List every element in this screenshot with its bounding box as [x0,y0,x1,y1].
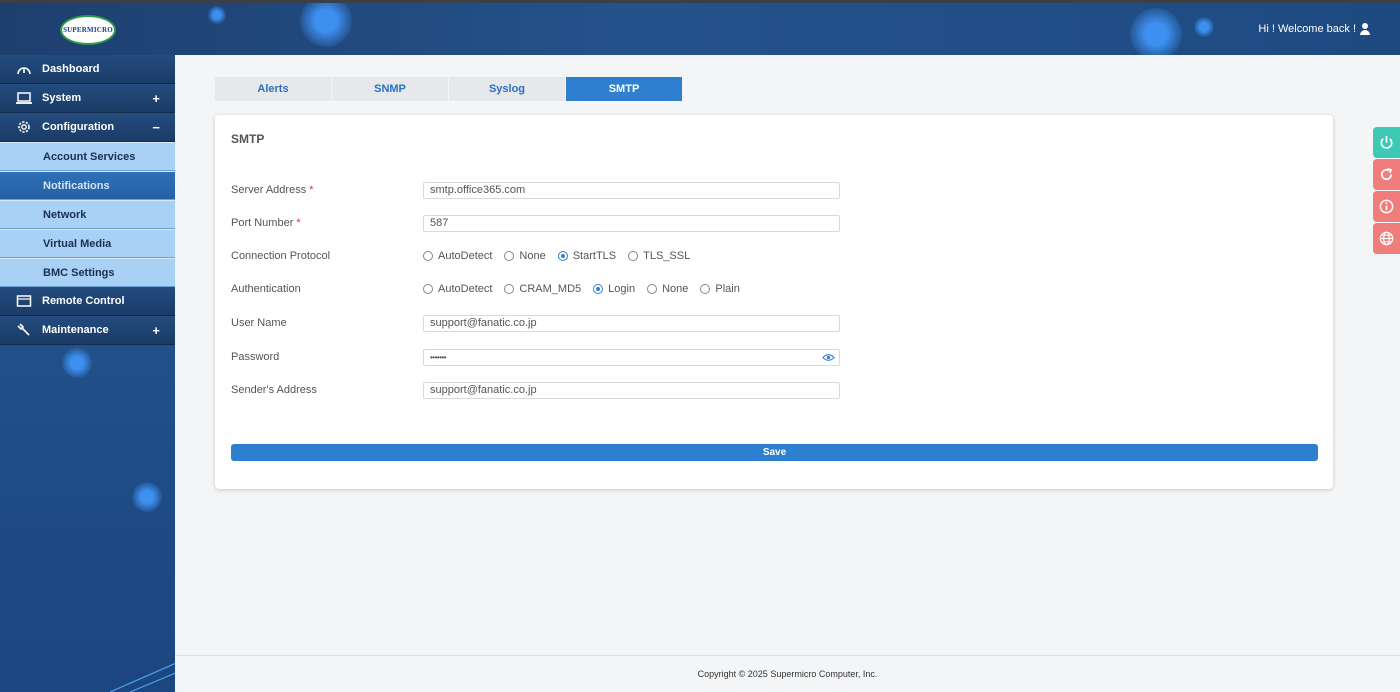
radio-conn-tls-ssl[interactable]: TLS_SSL [628,250,690,262]
refresh-icon [1380,168,1393,181]
sidebar-subitem-bmc-settings[interactable]: BMC Settings [0,258,175,287]
sidebar-item-system[interactable]: System + [0,84,175,113]
radio-auth-autodetect[interactable]: AutoDetect [423,283,492,295]
radio-button-selected[interactable] [593,284,604,294]
password-label: Password [231,351,280,363]
radio-button[interactable] [647,284,658,294]
gear-icon [15,120,33,134]
tab-snmp[interactable]: SNMP [332,77,449,101]
footer: Copyright © 2025 Supermicro Computer, In… [175,655,1400,692]
authentication-row: Authentication AutoDetect CRAM_MD5 Login… [231,280,841,298]
sidebar-item-dashboard[interactable]: Dashboard [0,55,175,84]
decor-bubble [208,6,226,24]
sidebar-subitem-network[interactable]: Network [0,200,175,229]
sidebar-subitem-notifications[interactable]: Notifications [0,171,175,200]
decor-bubble [1130,8,1182,55]
welcome-user[interactable]: Hi ! Welcome back ! [1258,23,1370,35]
supermicro-logo[interactable]: SUPERMICRO [60,15,116,45]
expand-icon[interactable]: + [152,91,160,106]
radio-conn-none[interactable]: None [504,250,546,262]
sidebar-item-configuration[interactable]: Configuration − [0,113,175,142]
authentication-radio-group: AutoDetect CRAM_MD5 Login None Plain [423,283,752,295]
radio-auth-none[interactable]: None [647,283,688,295]
sender-address-input[interactable]: support@fanatic.co.jp [423,381,840,399]
port-number-input[interactable]: 587 [423,214,840,232]
decor-bubble [62,348,92,378]
tab-syslog[interactable]: Syslog [449,77,566,101]
decor-lines [109,662,175,692]
welcome-text: Hi ! Welcome back ! [1258,23,1356,35]
sidebar-item-remote-control[interactable]: Remote Control [0,287,175,316]
user-name-row: User Name support@fanatic.co.jp [231,314,841,332]
user-icon[interactable] [1360,23,1370,35]
decor-bubble [1194,17,1214,37]
port-number-label: Port Number * [231,217,301,229]
radio-button-selected[interactable] [557,251,568,261]
dashboard-icon [15,62,33,76]
tab-alerts[interactable]: Alerts [215,77,332,101]
sender-address-label: Sender's Address [231,384,317,396]
radio-button[interactable] [504,284,515,294]
globe-icon [1379,231,1394,246]
refresh-button[interactable] [1373,159,1400,190]
save-button[interactable]: Save [231,444,1318,461]
laptop-icon [15,91,33,105]
expand-icon[interactable]: + [152,323,160,338]
password-input[interactable]: ••••••• [423,348,840,366]
radio-auth-plain[interactable]: Plain [700,283,740,295]
decor-bubble [132,482,162,512]
smtp-card: SMTP Server Address * smtp.office365.com… [215,115,1333,489]
power-button[interactable] [1373,127,1400,158]
sidebar: Dashboard System + Configuration − Accou… [0,55,175,692]
radio-button[interactable] [423,284,433,294]
sidebar-item-maintenance[interactable]: Maintenance + [0,316,175,345]
sidebar-item-label: Maintenance [42,324,109,336]
sidebar-subitem-virtual-media[interactable]: Virtual Media [0,229,175,258]
wrench-icon [15,323,33,337]
radio-conn-autodetect[interactable]: AutoDetect [423,250,492,262]
server-address-input[interactable]: smtp.office365.com [423,181,840,199]
sidebar-item-label: Dashboard [42,63,100,75]
info-button[interactable] [1373,191,1400,222]
user-name-label: User Name [231,317,287,329]
authentication-label: Authentication [231,283,301,295]
sidebar-item-label: System [42,92,82,104]
monitor-icon [15,294,33,308]
radio-button[interactable] [700,284,711,294]
radio-auth-cram-md5[interactable]: CRAM_MD5 [504,283,581,295]
server-address-row: Server Address * smtp.office365.com [231,181,841,199]
power-icon [1380,135,1393,149]
language-button[interactable] [1373,223,1400,254]
connection-protocol-row: Connection Protocol AutoDetect None Star… [231,247,841,265]
radio-conn-starttls[interactable]: StartTLS [557,250,616,262]
password-row: Password ••••••• [231,348,841,366]
sender-address-row: Sender's Address support@fanatic.co.jp [231,381,841,399]
collapse-icon[interactable]: − [152,120,160,135]
radio-auth-login[interactable]: Login [593,283,635,295]
info-icon [1379,199,1394,214]
tab-smtp[interactable]: SMTP [566,77,683,101]
radio-button[interactable] [504,251,515,261]
eye-icon[interactable] [822,353,835,362]
copyright-text: Copyright © 2025 Supermicro Computer, In… [697,669,878,679]
decor-bubble [300,3,352,47]
connection-protocol-label: Connection Protocol [231,250,331,262]
sidebar-item-label: Remote Control [42,295,125,307]
tab-bar: Alerts SNMP Syslog SMTP [215,77,683,101]
sidebar-item-label: Configuration [42,121,115,133]
server-address-label: Server Address * [231,184,314,196]
radio-button[interactable] [628,251,639,261]
port-number-row: Port Number * 587 [231,214,841,232]
sidebar-subitem-account-services[interactable]: Account Services [0,142,175,171]
connection-protocol-radio-group: AutoDetect None StartTLS TLS_SSL [423,250,702,262]
top-header: SUPERMICRO Hi ! Welcome back ! [0,0,1400,55]
radio-button[interactable] [423,251,433,261]
card-title: SMTP [231,132,265,146]
user-name-input[interactable]: support@fanatic.co.jp [423,314,840,332]
